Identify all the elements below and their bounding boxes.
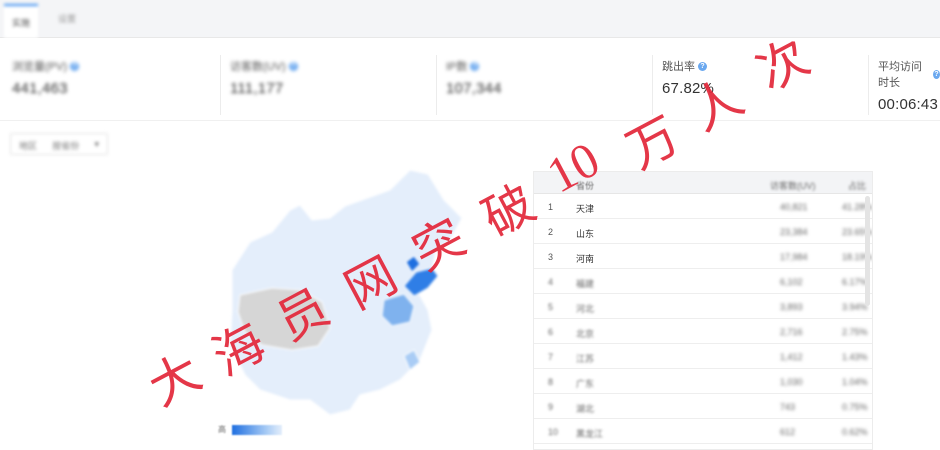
row-rank: 1: [548, 202, 554, 212]
row-share: 1.04%: [842, 377, 868, 387]
stat-bounce-rate: 跳出率? 67.82%: [662, 58, 714, 97]
table-row[interactable]: 5 河北 3,893 3.94%: [534, 294, 872, 319]
stat-value: 67.82%: [662, 80, 715, 97]
legend-gradient: [232, 424, 282, 435]
row-rank: 8: [548, 377, 554, 387]
row-rank: 9: [548, 402, 554, 412]
watermark-char: 次: [747, 28, 819, 102]
table-body: 1 天津 40,821 41.28% 2 山东 23,384 23.65% 3 河南 17,984 1…: [534, 194, 872, 444]
header-share[interactable]: 占比: [848, 179, 866, 192]
row-uv: 743: [780, 402, 796, 412]
row-uv: 3,893: [780, 302, 803, 312]
table-header: 省份 访客数(UV) 占比: [534, 172, 872, 194]
section-divider: [0, 120, 940, 121]
legend-high-label: 高: [218, 425, 226, 434]
top-tab-bar: 实施 设置: [0, 0, 940, 38]
stat-avg-duration: 平均访问时长? 00:06:43: [878, 58, 940, 113]
row-rank: 4: [548, 277, 554, 287]
china-province-map: [0, 160, 520, 450]
table-row[interactable]: 10 黑龙江 612 0.62%: [534, 419, 872, 444]
stat-value: 111,177: [230, 80, 284, 97]
map-legend: 高: [218, 424, 282, 435]
row-uv: 1,412: [780, 352, 803, 362]
row-share: 0.75%: [842, 402, 868, 412]
filter-value: 按省份: [52, 141, 80, 151]
row-rank: 5: [548, 302, 554, 312]
stat-value: 107,344: [446, 80, 502, 97]
table-row[interactable]: 1 天津 40,821 41.28%: [534, 194, 872, 219]
row-province: 山东: [576, 229, 595, 239]
row-share: 3.94%: [842, 302, 868, 312]
table-row[interactable]: 9 湖北 743 0.75%: [534, 394, 872, 419]
row-rank: 3: [548, 252, 554, 262]
region-filter-select[interactable]: 地区 按省份 ▾: [10, 133, 108, 155]
row-uv: 612: [780, 427, 796, 437]
row-province: 江苏: [576, 354, 595, 364]
divider: [436, 55, 437, 115]
row-uv: 6,102: [780, 277, 803, 287]
filter-label: 地区: [19, 141, 38, 151]
row-uv: 23,384: [780, 227, 808, 237]
help-icon[interactable]: ?: [70, 61, 79, 71]
province-ranking-table: 省份 访客数(UV) 占比 1 天津 40,821 41.28% 2 山东 23,384 23…: [533, 171, 873, 450]
row-rank: 10: [548, 427, 559, 437]
help-icon[interactable]: ?: [932, 69, 940, 79]
row-share: 0.62%: [842, 427, 868, 437]
header-province: 省份: [576, 181, 595, 191]
help-icon[interactable]: ?: [470, 61, 480, 71]
row-province: 福建: [576, 279, 595, 289]
tab-settings[interactable]: 设置: [50, 8, 84, 29]
table-scrollbar[interactable]: [865, 196, 870, 306]
header-uv[interactable]: 访客数(UV): [770, 179, 816, 192]
row-province: 河北: [576, 304, 595, 314]
row-uv: 17,984: [780, 252, 808, 262]
chevron-down-icon: ▾: [94, 139, 99, 149]
row-share: 1.43%: [842, 352, 868, 362]
stat-label: 访客数(UV): [230, 61, 286, 73]
row-share: 2.75%: [842, 327, 868, 337]
divider: [652, 55, 653, 115]
stat-label: 跳出率: [662, 61, 695, 73]
row-uv: 1,030: [780, 377, 803, 387]
row-share: 6.17%: [842, 277, 868, 287]
divider: [868, 55, 869, 115]
table-row[interactable]: 8 广东 1,030 1.04%: [534, 369, 872, 394]
row-rank: 6: [548, 327, 554, 337]
tab-realtime[interactable]: 实施: [4, 4, 39, 38]
row-rank: 7: [548, 352, 554, 362]
table-row[interactable]: 2 山东 23,384 23.65%: [534, 219, 872, 244]
stat-pv: 浏览量(PV)? 441,463: [12, 58, 79, 97]
table-row[interactable]: 4 福建 6,102 6.17%: [534, 269, 872, 294]
row-uv: 2,716: [780, 327, 803, 337]
table-row[interactable]: 3 河南 17,984 18.19%: [534, 244, 872, 269]
row-province: 河南: [576, 254, 595, 264]
row-province: 北京: [576, 329, 595, 339]
stat-label: 浏览量(PV): [12, 61, 67, 73]
row-province: 天津: [576, 204, 595, 214]
stat-value: 441,463: [12, 80, 68, 97]
stat-label: IP数: [446, 61, 468, 73]
row-province: 黑龙江: [576, 429, 604, 439]
row-province: 湖北: [576, 404, 595, 414]
divider: [220, 55, 221, 115]
row-rank: 2: [548, 227, 554, 237]
stat-ip: IP数? 107,344: [446, 58, 502, 97]
table-row[interactable]: 6 北京 2,716 2.75%: [534, 319, 872, 344]
row-province: 广东: [576, 379, 595, 389]
help-icon[interactable]: ?: [698, 61, 707, 71]
table-row[interactable]: 7 江苏 1,412 1.43%: [534, 344, 872, 369]
help-icon[interactable]: ?: [288, 61, 298, 71]
stat-uv: 访客数(UV)? 111,177: [230, 58, 298, 97]
row-uv: 40,821: [780, 202, 808, 212]
stat-label: 平均访问时长: [878, 61, 922, 89]
stat-value: 00:06:43: [878, 96, 938, 113]
